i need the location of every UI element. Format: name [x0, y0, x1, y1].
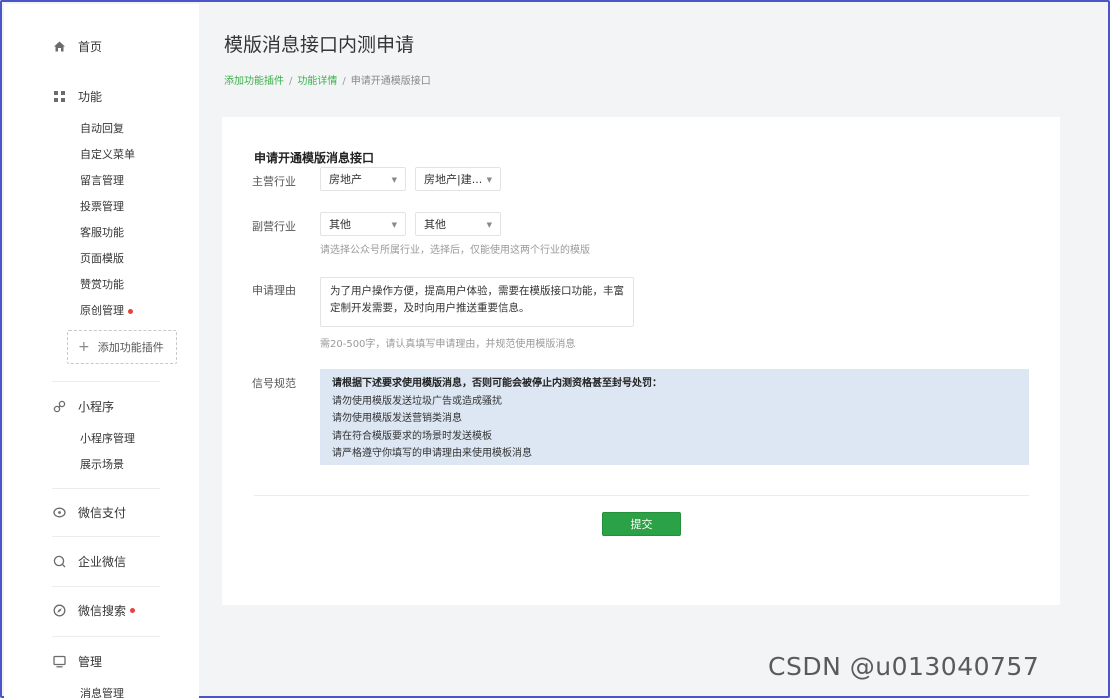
select-value: 其他 [329, 218, 351, 231]
breadcrumb-link-add-plugin[interactable]: 添加功能插件 [224, 76, 284, 87]
add-plugin-button[interactable]: + 添加功能插件 [67, 330, 177, 364]
select-value: 房地产|建... [424, 173, 483, 186]
primary-industry-label: 主营行业 [252, 175, 296, 188]
sidebar-item-label: 首页 [78, 39, 103, 54]
chevron-down-icon: ▼ [391, 221, 397, 229]
section-title: 申请开通模版消息接口 [254, 151, 375, 165]
sidebar-item-label: 企业微信 [78, 554, 127, 569]
norms-line: 请勿使用模版发送垃圾广告或造成骚扰 [332, 395, 502, 407]
sidebar-item-work-wechat[interactable]: 企业微信 [52, 551, 126, 571]
sidebar-item-manage[interactable]: 管理 [52, 651, 102, 671]
norms-line: 请严格遵守你填写的申请理由来使用模板消息 [332, 448, 532, 459]
red-dot-badge [128, 308, 133, 314]
page-title: 模版消息接口内测申请 [224, 34, 415, 56]
breadcrumb-current: 申请开通模版接口 [350, 76, 431, 87]
sidebar-item-wechat-search[interactable]: 微信搜索 [52, 600, 136, 620]
reason-label: 申请理由 [252, 284, 296, 297]
sidebar-item-features[interactable]: 功能 [52, 86, 102, 106]
sidebar-subitem-reward[interactable]: 赞赏功能 [80, 277, 124, 293]
sidebar-subitem-miniprogram-manage[interactable]: 小程序管理 [80, 431, 135, 447]
pay-icon [52, 505, 66, 519]
secondary-industry-select-2[interactable]: 其他 ▼ [415, 212, 501, 236]
sidebar-subitem-page-template[interactable]: 页面模版 [80, 251, 124, 267]
sidebar-subitem-comments[interactable]: 留言管理 [80, 173, 124, 189]
sidebar: 首页 功能 自动回复 自定义菜单 留言管理 投票管理 客服功能 页面模版 赞赏功… [4, 4, 199, 698]
chat-icon [52, 554, 66, 568]
breadcrumb-separator: / [289, 76, 293, 87]
norms-line: 请勿使用模版发送营销类消息 [332, 413, 462, 424]
sidebar-subitem-customer-service[interactable]: 客服功能 [80, 225, 124, 241]
grid-icon [52, 89, 66, 103]
sidebar-divider [52, 586, 160, 587]
sidebar-subitem-custom-menu[interactable]: 自定义菜单 [80, 147, 135, 163]
add-plugin-label: 添加功能插件 [97, 341, 164, 354]
norms-notice: 请根据下述要求使用模版消息，否则可能会被停止内测资格甚至封号处罚： 请勿使用模版… [320, 369, 1029, 465]
norms-label: 信号规范 [252, 377, 296, 390]
watermark: CSDN @u013040757 [768, 652, 1040, 681]
sidebar-subitem-auto-reply[interactable]: 自动回复 [80, 121, 124, 137]
breadcrumb-link-feature-detail[interactable]: 功能详情 [297, 76, 337, 87]
chevron-down-icon: ▼ [486, 221, 492, 229]
secondary-industry-hint: 请选择公众号所属行业，选择后，仅能使用这两个行业的模版 [320, 245, 590, 256]
link-icon [52, 399, 66, 413]
sidebar-subitem-display-scene[interactable]: 展示场景 [80, 457, 124, 473]
sidebar-item-wechat-pay[interactable]: 微信支付 [52, 502, 126, 522]
norms-heading: 请根据下述要求使用模版消息，否则可能会被停止内测资格甚至封号处罚： [332, 378, 662, 389]
sidebar-subitem-original[interactable]: 原创管理 [80, 303, 133, 319]
monitor-icon [52, 654, 66, 668]
chevron-down-icon: ▼ [391, 176, 397, 184]
sidebar-item-label: 功能 [78, 89, 103, 104]
breadcrumb-separator: / [342, 76, 346, 87]
sidebar-divider [52, 488, 160, 489]
sidebar-subitem-message-manage[interactable]: 消息管理 [80, 686, 124, 698]
breadcrumb: 添加功能插件 / 功能详情 / 申请开通模版接口 [224, 72, 431, 87]
reason-hint: 需20-500字，请认真填写申请理由，并规范使用模版消息 [320, 339, 576, 350]
primary-industry-select-2[interactable]: 房地产|建... ▼ [415, 167, 501, 191]
select-value: 房地产 [329, 173, 362, 186]
chevron-down-icon: ▼ [486, 176, 492, 184]
submit-button[interactable]: 提交 [602, 512, 681, 536]
sidebar-item-miniprogram[interactable]: 小程序 [52, 396, 114, 416]
primary-industry-select-1[interactable]: 房地产 ▼ [320, 167, 406, 191]
sidebar-subitem-votes[interactable]: 投票管理 [80, 199, 124, 215]
app-frame: 首页 功能 自动回复 自定义菜单 留言管理 投票管理 客服功能 页面模版 赞赏功… [0, 0, 1110, 698]
plus-icon: + [78, 339, 90, 355]
sidebar-item-label: 小程序 [78, 399, 115, 414]
secondary-industry-label: 副营行业 [252, 220, 296, 233]
form-panel: 申请开通模版消息接口 主营行业 房地产 ▼ 房地产|建... ▼ 副营行业 其他… [222, 117, 1060, 605]
norms-line: 请在符合模版要求的场景时发送模板 [332, 430, 492, 442]
sidebar-item-label: 原创管理 [80, 304, 124, 317]
select-value: 其他 [424, 218, 446, 231]
reason-textarea[interactable]: 为了用户操作方便，提高用户体验，需要在模版接口功能，丰富定制开发需要，及时向用户… [320, 277, 634, 327]
sidebar-divider [52, 381, 160, 382]
home-icon [52, 39, 66, 53]
secondary-industry-select-1[interactable]: 其他 ▼ [320, 212, 406, 236]
sidebar-item-label: 微信搜索 [78, 603, 127, 618]
sidebar-item-label: 管理 [78, 654, 103, 669]
form-divider [254, 495, 1029, 496]
compass-icon [52, 603, 66, 617]
sidebar-item-home[interactable]: 首页 [52, 36, 102, 56]
sidebar-item-label: 微信支付 [78, 505, 127, 520]
sidebar-divider [52, 536, 160, 537]
sidebar-divider [52, 636, 160, 637]
red-dot-badge [130, 607, 136, 613]
